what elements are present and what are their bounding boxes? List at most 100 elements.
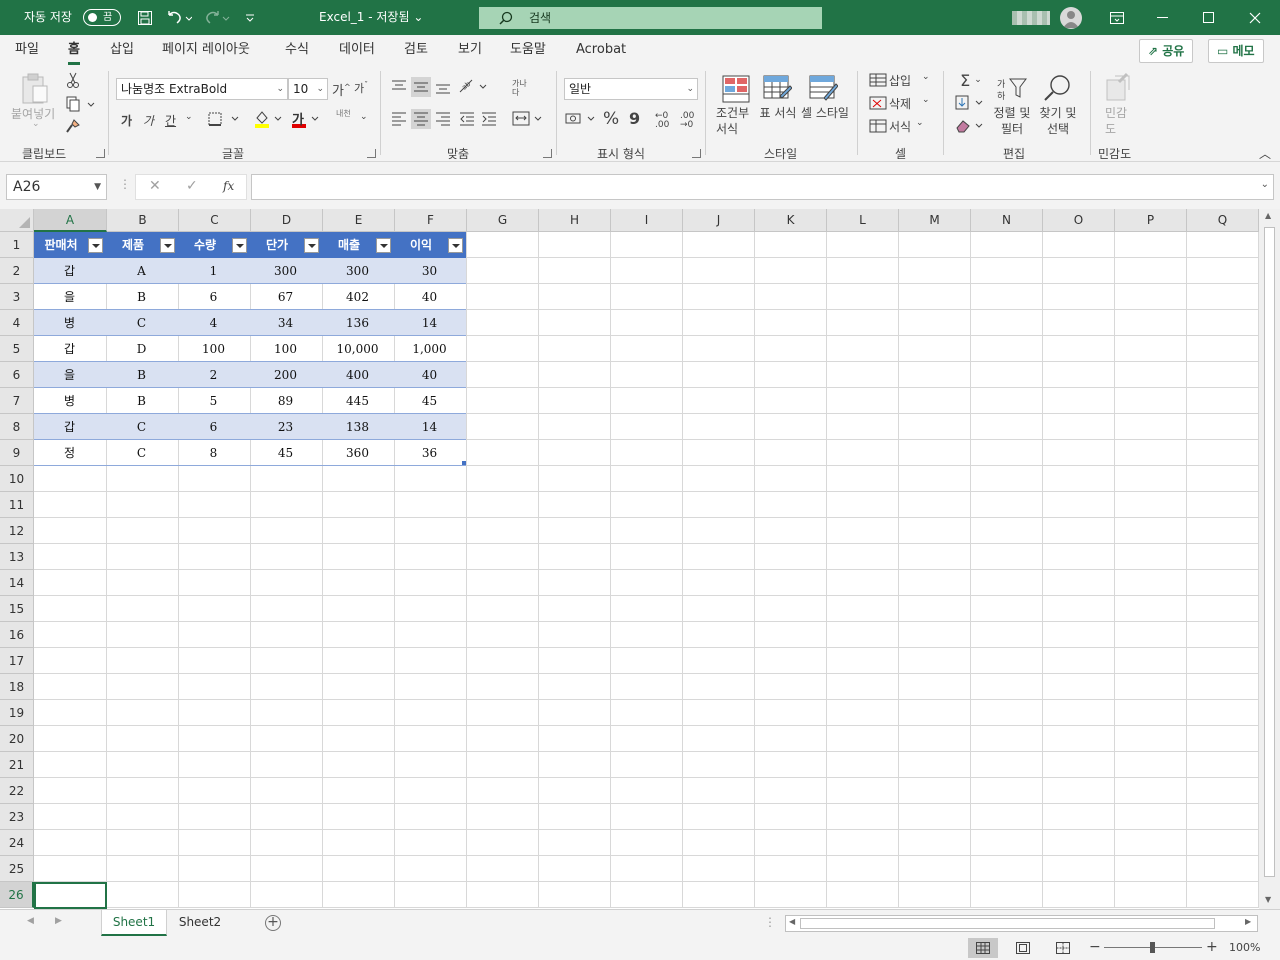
table-cell[interactable]: 10,000 xyxy=(322,336,393,362)
decrease-decimal-button[interactable]: .00 →0 xyxy=(680,112,694,130)
underline-dropdown-icon[interactable]: ⌄ xyxy=(185,112,193,122)
formula-input[interactable]: ⌄ xyxy=(251,174,1274,200)
active-cell[interactable] xyxy=(34,882,107,909)
filter-dropdown-icon[interactable] xyxy=(376,238,391,253)
table-cell[interactable]: 갑 xyxy=(34,258,105,284)
table-cell[interactable]: 445 xyxy=(322,388,393,414)
sort-filter-icon[interactable]: 가하 xyxy=(995,73,1029,105)
row-header-2[interactable]: 2 xyxy=(0,258,34,284)
table-cell[interactable]: B xyxy=(106,284,177,310)
worksheet-grid[interactable]: ABCDEFGHIJKLMNOPQ 1 2 3 4 5 6 7 8 9 10 11 12 13 14 15 1… xyxy=(0,209,1259,909)
table-cell[interactable]: 200 xyxy=(250,362,321,388)
row-header-17[interactable]: 17 xyxy=(0,648,34,674)
sheet-tab-sheet2[interactable]: Sheet2 xyxy=(168,910,232,936)
table-cell[interactable]: 138 xyxy=(322,414,393,440)
table-cell[interactable]: 34 xyxy=(250,310,321,336)
table-cell[interactable]: 6 xyxy=(178,414,249,440)
table-cell[interactable]: 45 xyxy=(250,440,321,466)
table-cell[interactable]: 40 xyxy=(394,284,465,310)
avatar[interactable] xyxy=(1060,7,1082,29)
ribbon-display-icon[interactable] xyxy=(1094,0,1140,35)
filter-dropdown-icon[interactable] xyxy=(304,238,319,253)
row-header-13[interactable]: 13 xyxy=(0,544,34,570)
insert-dropdown-icon[interactable]: ⌄ xyxy=(922,72,930,82)
close-button[interactable] xyxy=(1232,0,1278,35)
table-cell[interactable]: C xyxy=(106,440,177,466)
tab-formulas[interactable]: 수식 xyxy=(285,35,309,67)
accounting-format-icon[interactable] xyxy=(564,109,598,129)
copy-icon[interactable] xyxy=(63,95,97,113)
table-cell[interactable]: 30 xyxy=(394,258,465,284)
next-sheet-icon[interactable]: ▶ xyxy=(55,916,62,926)
format-cells-button[interactable]: 서식 xyxy=(889,118,911,135)
table-cell[interactable]: 을 xyxy=(34,362,105,388)
conditional-formatting-button[interactable]: 조건부 서식 xyxy=(716,105,756,137)
tab-acrobat[interactable]: Acrobat xyxy=(576,35,626,67)
splitter-icon[interactable]: ⋮ xyxy=(764,915,776,929)
expand-formula-icon[interactable]: ⌄ xyxy=(1261,179,1269,190)
delete-cells-icon[interactable] xyxy=(868,94,888,112)
column-header-o[interactable]: O xyxy=(1043,209,1115,232)
tab-help[interactable]: 도움말 xyxy=(510,35,546,67)
align-middle-icon[interactable] xyxy=(411,77,431,97)
table-cell[interactable]: 136 xyxy=(322,310,393,336)
row-header-6[interactable]: 6 xyxy=(0,362,34,388)
wrap-text-button[interactable]: 가나다 xyxy=(512,79,530,97)
autosave-toggle[interactable]: 끔 xyxy=(83,9,121,26)
number-launcher-icon[interactable] xyxy=(692,149,701,158)
tab-insert[interactable]: 삽입 xyxy=(110,35,134,67)
column-header-g[interactable]: G xyxy=(467,209,539,232)
underline-button[interactable]: 간 xyxy=(165,112,176,129)
filter-dropdown-icon[interactable] xyxy=(232,238,247,253)
row-header-11[interactable]: 11 xyxy=(0,492,34,518)
align-left-icon[interactable] xyxy=(389,109,409,129)
row-header-12[interactable]: 12 xyxy=(0,518,34,544)
italic-button[interactable]: 가 xyxy=(143,112,154,129)
column-header-i[interactable]: I xyxy=(611,209,683,232)
search-box[interactable]: 검색 xyxy=(479,7,822,29)
name-box[interactable]: A26 ▼ xyxy=(6,174,107,200)
redo-icon[interactable] xyxy=(203,8,231,28)
table-header-cell[interactable]: 이익 xyxy=(394,232,448,258)
sensitivity-button[interactable]: 민감도 xyxy=(1105,105,1129,137)
table-cell[interactable]: 갑 xyxy=(34,336,105,362)
column-header-l[interactable]: L xyxy=(827,209,899,232)
scroll-down-icon[interactable]: ▼ xyxy=(1265,895,1271,904)
column-header-h[interactable]: H xyxy=(539,209,611,232)
merge-center-icon[interactable] xyxy=(511,109,545,129)
table-cell[interactable]: 14 xyxy=(394,414,465,440)
vertical-scrollbar[interactable]: ▲ ▼ xyxy=(1259,209,1280,909)
fill-color-icon[interactable] xyxy=(253,109,287,129)
format-as-table-button[interactable]: 표 서식 xyxy=(758,105,798,121)
table-cell[interactable]: 2 xyxy=(178,362,249,388)
delete-cells-button[interactable]: 삭제 xyxy=(889,95,911,112)
align-top-icon[interactable] xyxy=(389,77,409,97)
align-right-icon[interactable] xyxy=(433,109,453,129)
table-cell[interactable]: 병 xyxy=(34,310,105,336)
fill-icon[interactable] xyxy=(954,94,988,112)
row-header-1[interactable]: 1 xyxy=(0,232,34,258)
insert-function-icon[interactable]: fx xyxy=(223,179,234,193)
cell-styles-icon[interactable] xyxy=(807,73,839,105)
row-header-22[interactable]: 22 xyxy=(0,778,34,804)
column-header-p[interactable]: P xyxy=(1115,209,1187,232)
table-cell[interactable]: 6 xyxy=(178,284,249,310)
decrease-indent-icon[interactable] xyxy=(457,109,477,129)
table-resize-handle[interactable] xyxy=(462,461,466,465)
row-header-5[interactable]: 5 xyxy=(0,336,34,362)
column-header-m[interactable]: M xyxy=(899,209,971,232)
table-cell[interactable]: 40 xyxy=(394,362,465,388)
table-cell[interactable]: 300 xyxy=(322,258,393,284)
column-header-j[interactable]: J xyxy=(683,209,755,232)
row-header-21[interactable]: 21 xyxy=(0,752,34,778)
table-header-cell[interactable]: 매출 xyxy=(322,232,376,258)
filter-dropdown-icon[interactable] xyxy=(448,238,463,253)
document-title[interactable]: Excel_1 - 저장됨 ⌄ xyxy=(319,0,423,35)
scroll-left-icon[interactable]: ◀ xyxy=(789,917,795,926)
grow-font-button[interactable]: 가^ xyxy=(332,80,351,99)
shrink-font-button[interactable]: 가ˇ xyxy=(354,80,368,96)
table-cell[interactable]: 5 xyxy=(178,388,249,414)
zoom-in-icon[interactable]: + xyxy=(1206,939,1218,955)
row-header-24[interactable]: 24 xyxy=(0,830,34,856)
paste-icon[interactable] xyxy=(18,72,52,106)
